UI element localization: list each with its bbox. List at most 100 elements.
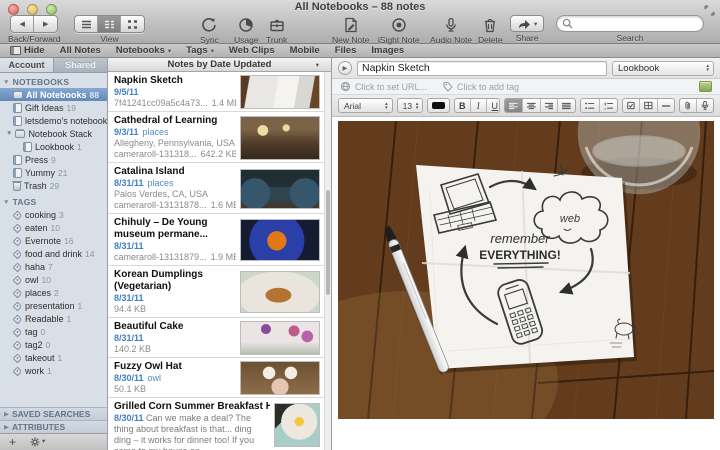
sidebar-item-all-notebooks[interactable]: All Notebooks 88 [0, 88, 107, 101]
note-list-item[interactable]: Grilled Corn Summer Breakfast Hash... 8/… [108, 398, 324, 450]
sidebar-tag-eaten[interactable]: eaten10 [0, 221, 107, 234]
filter-files[interactable]: Files [335, 45, 357, 56]
add-button[interactable]: + [9, 437, 16, 447]
tab-account[interactable]: Account [0, 58, 54, 72]
filter-tags[interactable]: Tags▾ [186, 45, 214, 56]
sidebar-tag-places[interactable]: places2 [0, 286, 107, 299]
sidebar-item-letsdemo-notebook[interactable]: letsdemo's notebook 38 [0, 114, 107, 127]
usage-group[interactable]: Usage [234, 15, 259, 45]
share-button[interactable]: ▾ [510, 15, 544, 32]
trunk-group[interactable]: Trunk [266, 15, 287, 45]
note-content[interactable]: web remember EVERYTHING! [332, 117, 720, 450]
disclosure-triangle-icon[interactable]: ▼ [3, 199, 10, 206]
section-saved-searches[interactable]: ▶ SAVED SEARCHES [0, 407, 107, 420]
filter-web-clips[interactable]: Web Clips [229, 45, 275, 56]
view-switcher: View [74, 15, 145, 44]
sidebar-tag-tag[interactable]: tag0 [0, 325, 107, 338]
disclosure-triangle-icon[interactable]: ▼ [6, 130, 12, 137]
sidebar-item-lookbook[interactable]: Lookbook 1 [0, 140, 107, 153]
note-list-item[interactable]: Napkin Sketch 9/5/11 7f41241cc09a5c4a73.… [108, 72, 324, 112]
text-color-button[interactable] [427, 98, 449, 113]
align-center-button[interactable] [523, 99, 541, 112]
notebook-select[interactable]: Lookbook ▲▼ [612, 61, 714, 76]
filter-mobile[interactable]: Mobile [290, 45, 320, 56]
new-note-group[interactable]: New Note [332, 15, 369, 45]
underline-button[interactable]: U [487, 99, 501, 112]
disclosure-triangle-icon[interactable]: ▼ [3, 79, 10, 86]
note-location: Allegheny, Pennsylvania, USA [114, 138, 236, 149]
thumbnail-view-button[interactable] [121, 16, 144, 32]
sidebar-tag-haha[interactable]: haha7 [0, 260, 107, 273]
filter-notebooks[interactable]: Notebooks▾ [116, 45, 171, 56]
filter-images[interactable]: Images [371, 45, 404, 56]
present-note-button[interactable]: ▶ [338, 61, 352, 75]
align-right-button[interactable] [541, 99, 559, 112]
tab-shared[interactable]: Shared [54, 58, 107, 72]
note-thumbnail [274, 403, 320, 447]
note-title-input[interactable] [357, 61, 607, 76]
snippet-view-button[interactable] [98, 16, 121, 32]
title-bar[interactable]: All Notebooks – 88 notes ◀ ▶ Back/Forwar… [0, 0, 720, 44]
note-list-item[interactable]: Korean Dumplings (Vegetarian) 8/31/11 94… [108, 266, 324, 318]
italic-button[interactable]: I [471, 99, 487, 112]
table-button[interactable] [640, 99, 658, 112]
note-list-item[interactable]: Cathedral of Learning 9/3/11places Alleg… [108, 112, 324, 163]
note-size: 1.6 MB [211, 200, 236, 210]
sidebar-item-trash[interactable]: Trash 29 [0, 179, 107, 192]
sidebar-tag-tag2[interactable]: tag20 [0, 338, 107, 351]
gear-button[interactable]: ▾ [30, 437, 45, 447]
note-options-icon[interactable] [699, 81, 712, 92]
scrollbar-thumb[interactable] [326, 190, 330, 295]
filter-all-notes[interactable]: All Notes [60, 45, 101, 56]
sidebar-item-yummy[interactable]: Yummy 21 [0, 166, 107, 179]
sidebar-tag-readable[interactable]: Readable1 [0, 312, 107, 325]
add-tag-placeholder[interactable]: Click to add tag [457, 82, 519, 92]
sidebar-item-notebook-stack[interactable]: ▼ Notebook Stack [0, 127, 107, 140]
note-list-item[interactable]: Fuzzy Owl Hat 8/30/11owl 50.1 KB [108, 358, 324, 398]
paperclip-icon[interactable] [680, 99, 697, 112]
set-url-placeholder[interactable]: Click to set URL... [355, 82, 427, 92]
bold-button[interactable]: B [455, 99, 471, 112]
disclosure-triangle-icon[interactable]: ▶ [4, 410, 9, 418]
sidebar-item-press[interactable]: Press 9 [0, 153, 107, 166]
sidebar-tag-work[interactable]: work1 [0, 364, 107, 377]
section-notebooks[interactable]: ▼ NOTEBOOKS [0, 75, 107, 88]
sidebar-tag-takeout[interactable]: takeout1 [0, 351, 107, 364]
isight-note-group[interactable]: iSight Note [378, 15, 420, 45]
numbered-list-button[interactable] [600, 99, 618, 112]
record-audio-icon[interactable] [697, 99, 713, 112]
section-tags[interactable]: ▼ TAGS [0, 195, 107, 208]
sidebar-tag-owl[interactable]: owl10 [0, 273, 107, 286]
tag-label: cooking [25, 210, 56, 220]
align-justify-button[interactable] [558, 99, 575, 112]
trunk-label: Trunk [266, 35, 287, 45]
sidebar-tag-presentation[interactable]: presentation1 [0, 299, 107, 312]
hide-sidebar-button[interactable]: Hide [10, 45, 45, 56]
bullet-list-button[interactable] [581, 99, 600, 112]
align-left-button[interactable] [505, 99, 523, 112]
font-size-select[interactable]: 13 ▲▼ [397, 98, 424, 113]
forward-button[interactable]: ▶ [34, 16, 57, 32]
search-input[interactable] [556, 15, 704, 32]
notes-scrollbar[interactable] [324, 72, 331, 450]
sidebar-tag-cooking[interactable]: cooking3 [0, 208, 107, 221]
list-view-button[interactable] [75, 16, 98, 32]
note-list-item[interactable]: Chihuly – De Young museum permane... 8/3… [108, 214, 324, 266]
delete-group[interactable]: Delete [478, 15, 503, 45]
note-list-item[interactable]: Catalina Island 8/31/11places Palos Verd… [108, 163, 324, 214]
note-list-item[interactable]: Beautiful Cake 8/31/11 140.2 KB [108, 318, 324, 358]
audio-note-group[interactable]: Audio Note [430, 15, 472, 45]
checkbox-button[interactable] [623, 99, 640, 112]
sidebar-tag-evernote[interactable]: Evernote16 [0, 234, 107, 247]
search-group: Search [556, 15, 704, 43]
section-attributes[interactable]: ▶ ATTRIBUTES [0, 420, 107, 433]
back-button[interactable]: ◀ [11, 16, 34, 32]
sidebar-tag-food-and-drink[interactable]: food and drink14 [0, 247, 107, 260]
tag-icon [13, 288, 23, 298]
font-family-select[interactable]: Arial ▲▼ [338, 98, 393, 113]
notes-sort-header[interactable]: Notes by Date Updated ▾ [108, 58, 331, 72]
sync-group[interactable]: Sync [200, 15, 219, 45]
horizontal-rule-button[interactable] [658, 99, 675, 112]
sidebar-item-gift-ideas[interactable]: Gift Ideas 19 [0, 101, 107, 114]
disclosure-triangle-icon[interactable]: ▶ [4, 423, 9, 431]
